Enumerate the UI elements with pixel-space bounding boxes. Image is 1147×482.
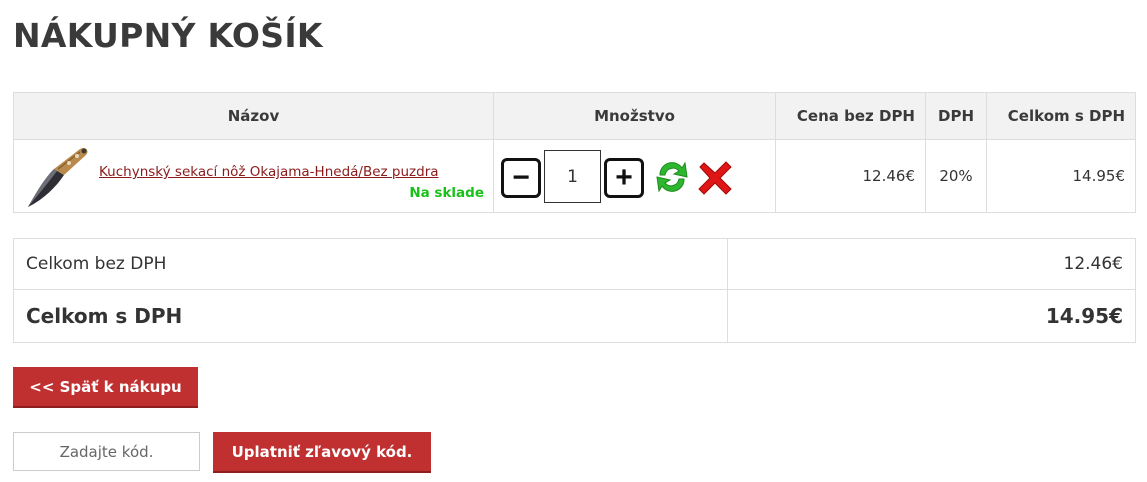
header-vat: DPH [925,92,987,140]
table-row: Kuchynský sekací nôž Okajama-Hnedá/Bez p… [13,139,1136,213]
subtotal-label: Celkom bez DPH [13,238,728,290]
apply-coupon-button[interactable]: Uplatniť zľavový kód. [213,432,431,471]
cart-table: Názov Množstvo Cena bez DPH DPH Celkom s… [13,92,1136,213]
price-ex-vat-cell: 12.46€ [775,139,926,213]
totals-table: Celkom bez DPH 12.46€ Celkom s DPH 14.95… [13,238,1136,343]
vat-cell: 20% [925,139,987,213]
total-label: Celkom s DPH [13,289,728,343]
total-value: 14.95€ [727,289,1136,343]
decrease-quantity-button[interactable]: − [501,158,541,198]
total-inc-vat-cell: 14.95€ [986,139,1136,213]
header-name: Názov [13,92,494,140]
knife-thumbnail[interactable] [22,143,92,211]
product-name-cell: Kuchynský sekací nôž Okajama-Hnedá/Bez p… [13,139,494,213]
coupon-code-input[interactable] [13,432,200,471]
delete-icon[interactable] [696,159,734,197]
increase-quantity-button[interactable]: + [604,158,644,198]
header-total-inc-vat: Celkom s DPH [986,92,1136,140]
subtotal-row: Celkom bez DPH 12.46€ [13,238,1136,290]
cart-header-row: Názov Množstvo Cena bez DPH DPH Celkom s… [13,92,1136,140]
product-link[interactable]: Kuchynský sekací nôž Okajama-Hnedá/Bez p… [99,164,439,180]
total-row: Celkom s DPH 14.95€ [13,289,1136,343]
quantity-input[interactable] [544,150,601,203]
quantity-cell: − + [493,139,776,213]
header-quantity: Množstvo [493,92,776,140]
page-title: NÁKUPNÝ KOŠÍK [13,16,323,55]
back-to-shop-button[interactable]: << Späť k nákupu [13,367,198,406]
refresh-icon[interactable] [654,157,690,197]
stock-status: Na sklade [409,185,484,201]
subtotal-value: 12.46€ [727,238,1136,290]
header-price-ex-vat: Cena bez DPH [775,92,926,140]
